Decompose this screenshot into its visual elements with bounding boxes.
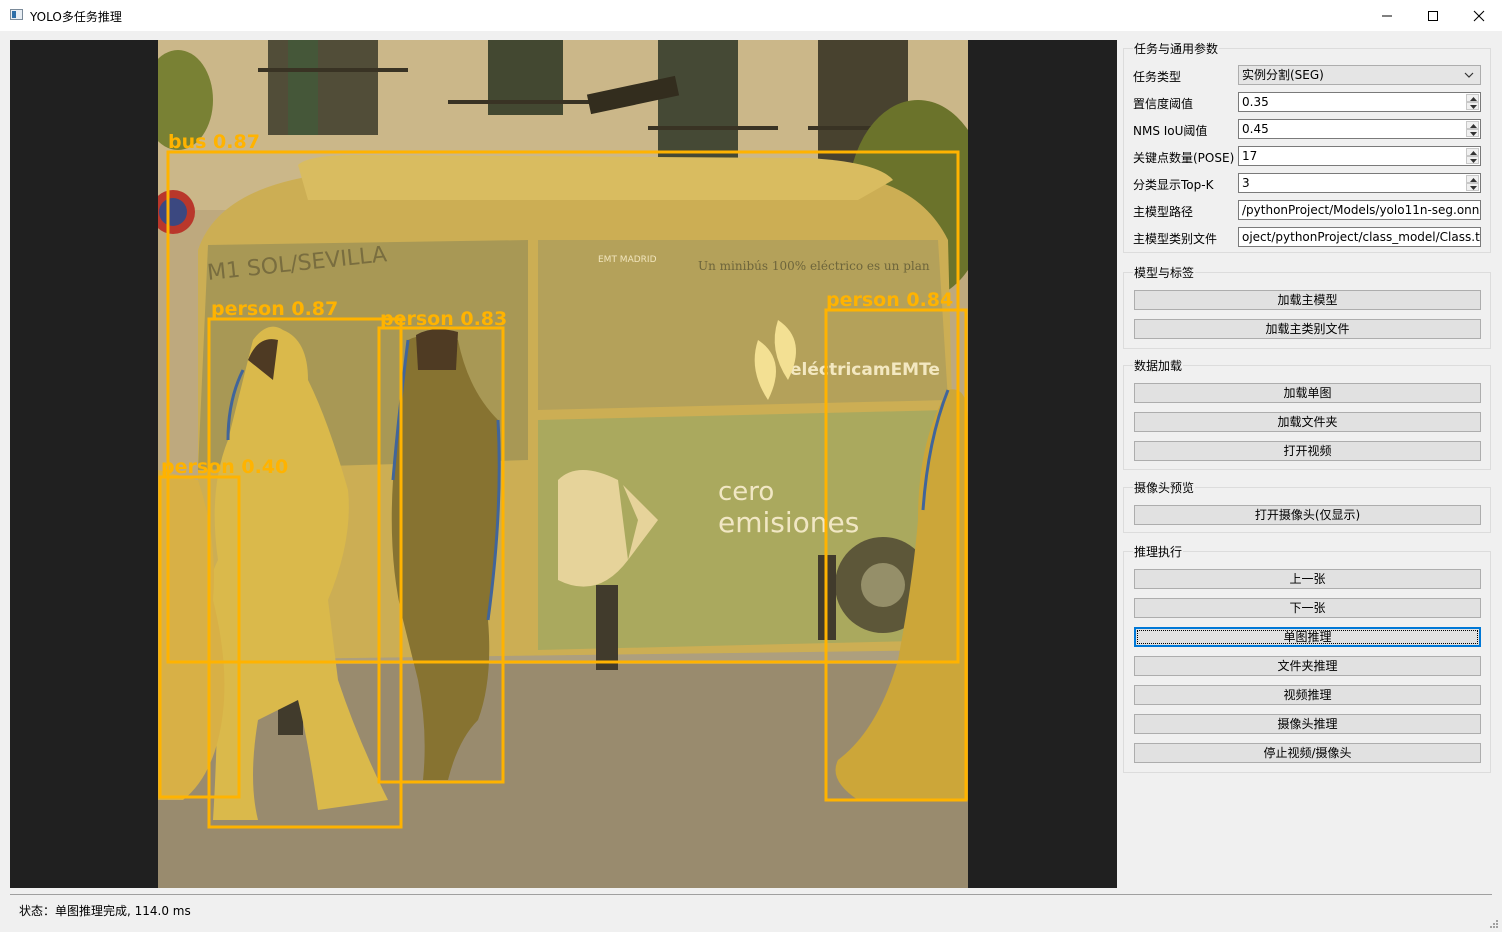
topk-value: 3 (1242, 176, 1250, 190)
detection-label-person-2: person 0.83 (380, 308, 507, 330)
camera-group-title: 摄像头预览 (1133, 479, 1196, 496)
data-group-title: 数据加载 (1133, 357, 1184, 374)
window-title: YOLO多任务推理 (30, 10, 122, 24)
video-infer-button[interactable]: 视频推理 (1134, 685, 1481, 705)
arrow-up-icon (1470, 178, 1477, 182)
conf-stepper[interactable] (1466, 94, 1479, 110)
iou-stepper[interactable] (1466, 121, 1479, 137)
spin-up-button[interactable] (1466, 94, 1479, 102)
load-image-button[interactable]: 加载单图 (1134, 383, 1481, 403)
load-classes-button[interactable]: 加载主类别文件 (1134, 319, 1481, 339)
iou-value: 0.45 (1242, 122, 1269, 136)
topk-spinbox[interactable]: 3 (1238, 173, 1481, 193)
next-button[interactable]: 下一张 (1134, 598, 1481, 618)
topk-label: 分类显示Top-K (1133, 178, 1214, 192)
arrow-down-icon (1470, 105, 1477, 109)
app-icon (10, 9, 23, 20)
close-icon (1473, 10, 1485, 22)
arrow-up-icon (1470, 151, 1477, 155)
iou-spinbox[interactable]: 0.45 (1238, 119, 1481, 139)
arrow-down-icon (1470, 159, 1477, 163)
spin-up-button[interactable] (1466, 175, 1479, 183)
params-group-title: 任务与通用参数 (1133, 40, 1220, 57)
spin-up-button[interactable] (1466, 121, 1479, 129)
class-file-label: 主模型类别文件 (1133, 232, 1218, 246)
keypoints-stepper[interactable] (1466, 148, 1479, 164)
topk-stepper[interactable] (1466, 175, 1479, 191)
keypoints-label: 关键点数量(POSE) (1133, 151, 1235, 165)
result-image: M1 SOL/SEVILLA EMT MADRID Un minibús 100… (158, 40, 968, 888)
detection-label-person-3: person 0.84 (826, 289, 953, 311)
minimize-icon (1382, 15, 1392, 17)
close-button[interactable] (1456, 0, 1502, 31)
load-model-button[interactable]: 加载主模型 (1134, 290, 1481, 310)
resize-grip-icon[interactable] (1489, 919, 1499, 929)
model-path-label: 主模型路径 (1133, 205, 1194, 219)
keypoints-value: 17 (1242, 149, 1258, 163)
load-folder-button[interactable]: 加载文件夹 (1134, 412, 1481, 432)
spin-up-button[interactable] (1466, 148, 1479, 156)
arrow-down-icon (1470, 132, 1477, 136)
class-file-input[interactable]: oject/pythonProject/class_model/Class.tx… (1238, 227, 1481, 247)
infer-group-title: 推理执行 (1133, 543, 1184, 560)
camera-infer-button[interactable]: 摄像头推理 (1134, 714, 1481, 734)
prev-button[interactable]: 上一张 (1134, 569, 1481, 589)
conf-value: 0.35 (1242, 95, 1269, 109)
folder-infer-button[interactable]: 文件夹推理 (1134, 656, 1481, 676)
class-file-value: oject/pythonProject/class_model/Class.tx… (1242, 230, 1481, 244)
arrow-down-icon (1470, 186, 1477, 190)
conf-label: 置信度阈值 (1133, 97, 1194, 111)
model-path-input[interactable]: /pythonProject/Models/yolo11n-seg.onnx (1238, 200, 1481, 220)
iou-label: NMS IoU阈值 (1133, 124, 1208, 138)
spin-down-button[interactable] (1466, 102, 1479, 110)
detection-label-bus: bus 0.87 (168, 131, 260, 153)
keypoints-spinbox[interactable]: 17 (1238, 146, 1481, 166)
status-text: 状态：单图推理完成, 114.0 ms (19, 904, 191, 918)
maximize-icon (1428, 11, 1438, 21)
spin-down-button[interactable] (1466, 129, 1479, 137)
minimize-button[interactable] (1364, 0, 1410, 31)
open-camera-button[interactable]: 打开摄像头(仅显示) (1134, 505, 1481, 525)
arrow-up-icon (1470, 97, 1477, 101)
task-type-label: 任务类型 (1133, 70, 1182, 84)
conf-spinbox[interactable]: 0.35 (1238, 92, 1481, 112)
model-group-title: 模型与标签 (1133, 264, 1196, 281)
detection-label-person-1: person 0.87 (211, 298, 338, 320)
title-bar: YOLO多任务推理 (0, 0, 1502, 31)
image-viewport[interactable]: M1 SOL/SEVILLA EMT MADRID Un minibús 100… (10, 40, 1117, 888)
open-video-button[interactable]: 打开视频 (1134, 441, 1481, 461)
status-separator (10, 894, 1492, 895)
arrow-up-icon (1470, 124, 1477, 128)
spin-down-button[interactable] (1466, 183, 1479, 191)
maximize-button[interactable] (1410, 0, 1456, 31)
chevron-down-icon (1464, 72, 1474, 78)
stop-button[interactable]: 停止视频/摄像头 (1134, 743, 1481, 763)
detection-label-person-4: person 0.40 (161, 456, 288, 478)
model-path-value: /pythonProject/Models/yolo11n-seg.onnx (1242, 203, 1481, 217)
task-type-select[interactable]: 实例分割(SEG) (1238, 65, 1481, 85)
spin-down-button[interactable] (1466, 156, 1479, 164)
task-type-value: 实例分割(SEG) (1242, 68, 1324, 82)
single-infer-button[interactable]: 单图推理 (1134, 627, 1481, 647)
